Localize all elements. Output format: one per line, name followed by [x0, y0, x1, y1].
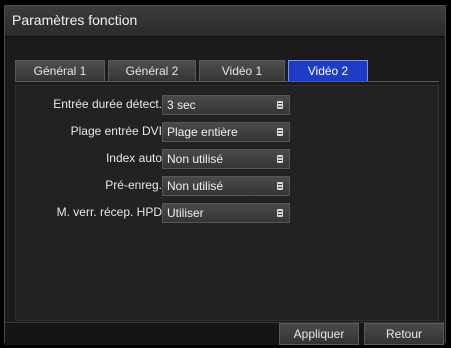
tab-general-1[interactable]: Général 1 [15, 60, 105, 82]
detect-duration-value: 3 sec [167, 98, 196, 112]
tab-video-1[interactable]: Vidéo 1 [199, 60, 285, 82]
dvi-range-select[interactable]: Plage entière [162, 122, 290, 142]
auto-index-value: Non utilisé [167, 152, 224, 166]
setting-label-auto-index: Index auto [105, 151, 162, 165]
detect-duration-select[interactable]: 3 sec [162, 95, 290, 115]
setting-label-dvi-range: Plage entrée DVI [70, 124, 162, 138]
tab-general-2[interactable]: Général 2 [108, 60, 196, 82]
apply-button[interactable]: Appliquer [279, 323, 359, 345]
dropdown-icon [277, 155, 283, 163]
tab-divider [15, 81, 439, 82]
dropdown-icon [277, 182, 283, 190]
dvi-range-value: Plage entière [167, 125, 238, 139]
dialog-title: Paramètres fonction [12, 12, 138, 28]
setting-label-detect-duration: Entrée durée détect. [53, 97, 162, 111]
preset-value: Non utilisé [167, 179, 224, 193]
dropdown-icon [277, 128, 283, 136]
settings-dialog: Paramètres fonction Général 1 Général 2 … [4, 5, 446, 345]
hpd-lock-select[interactable]: Utiliser [162, 203, 290, 223]
setting-label-hpd-lock: M. verr. récep. HPD [56, 205, 162, 219]
tab-video-2[interactable]: Vidéo 2 [288, 60, 368, 82]
back-button[interactable]: Retour [364, 323, 444, 345]
hpd-lock-value: Utiliser [167, 206, 204, 220]
preset-select[interactable]: Non utilisé [162, 176, 290, 196]
auto-index-select[interactable]: Non utilisé [162, 149, 290, 169]
dropdown-icon [277, 101, 283, 109]
title-bar: Paramètres fonction [5, 6, 445, 37]
dropdown-icon [277, 209, 283, 217]
setting-label-preset: Pré-enreg. [105, 178, 162, 192]
settings-panel: Entrée durée détect. Plage entrée DVI In… [15, 85, 439, 321]
footer-bar: Appliquer Retour [5, 322, 445, 345]
